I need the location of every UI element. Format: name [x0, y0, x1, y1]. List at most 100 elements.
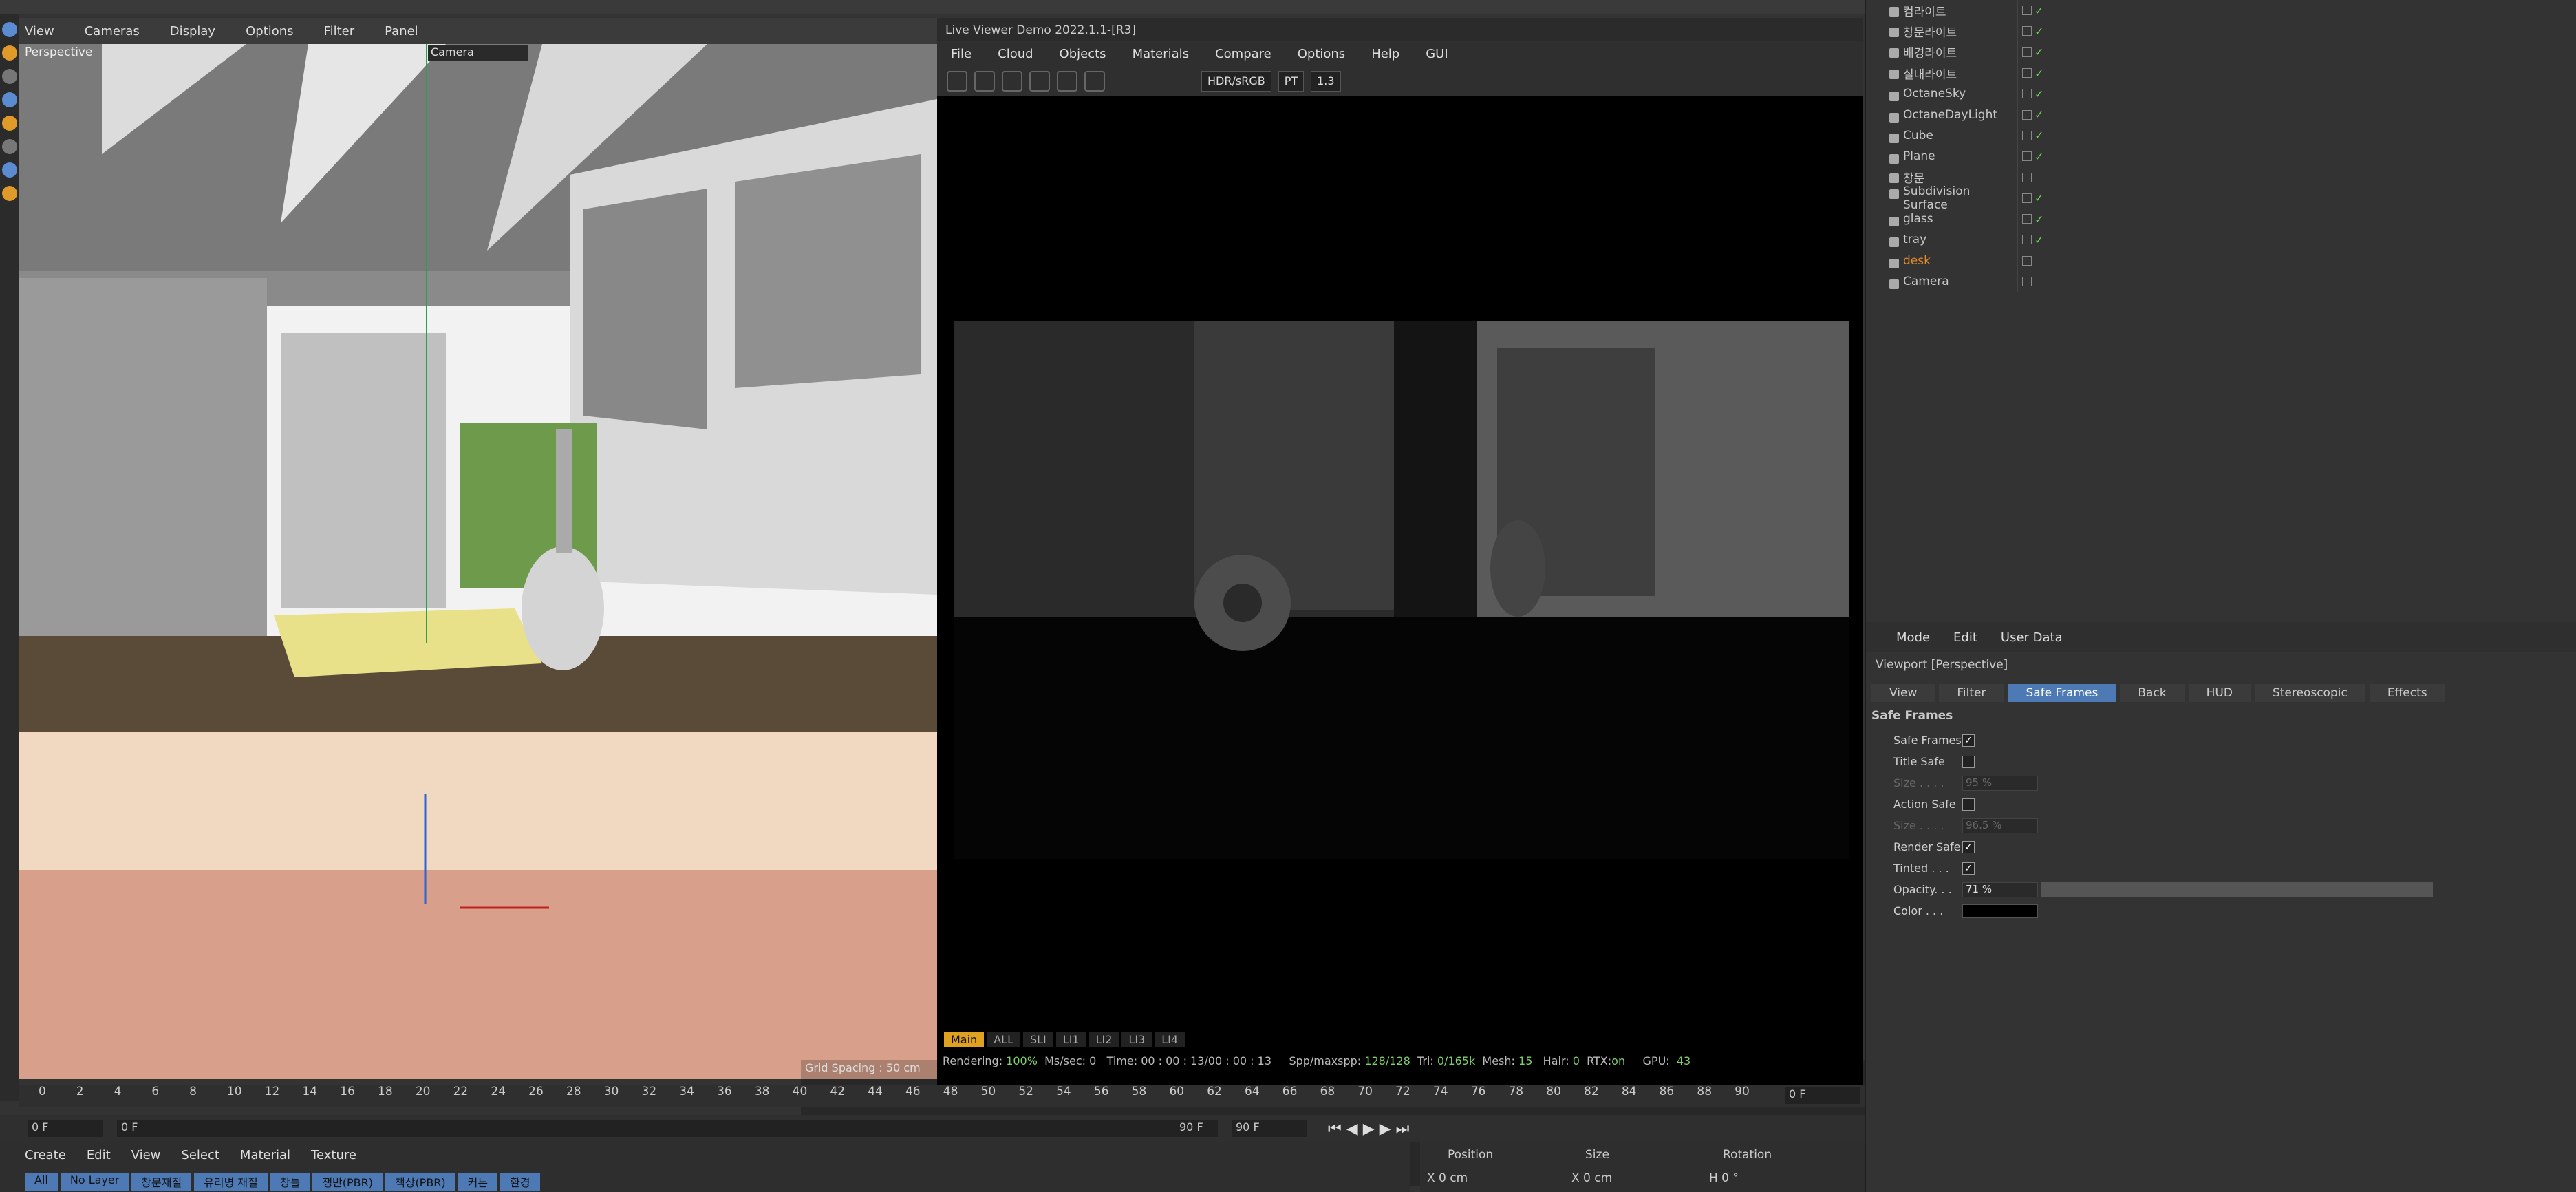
object-row[interactable]: 컴라이트 ✓: [1866, 0, 2576, 21]
pass-tab-li4[interactable]: LI4: [1155, 1032, 1185, 1047]
mat-tab[interactable]: 커튼: [458, 1173, 498, 1191]
lv-menu-gui[interactable]: GUI: [1426, 47, 1448, 61]
object-row[interactable]: Subdivision Surface ✓: [1866, 184, 2576, 212]
polygons-mode-icon[interactable]: [2, 186, 17, 201]
lv-menu-help[interactable]: Help: [1371, 47, 1399, 61]
position-x-field[interactable]: X 0 cm: [1427, 1171, 1468, 1185]
tab-safe-frames[interactable]: Safe Frames: [2008, 684, 2116, 702]
lock-icon[interactable]: [1084, 71, 1105, 92]
title-safe-size[interactable]: 95 %: [1962, 775, 2038, 791]
viewport-menu-filter[interactable]: Filter: [324, 24, 355, 39]
object-row[interactable]: 배경라이트 ✓: [1866, 41, 2576, 63]
tab-stereoscopic[interactable]: Stereoscopic: [2254, 684, 2365, 702]
pass-tab-all[interactable]: ALL: [987, 1032, 1020, 1047]
safe-frames-checkbox[interactable]: ✓: [1962, 734, 1975, 747]
viewport-menu-display[interactable]: Display: [170, 24, 215, 39]
mat-tab[interactable]: 쟁반(PBR): [312, 1173, 383, 1191]
mat-tab[interactable]: 창틀: [270, 1173, 310, 1191]
pass-tab-li2[interactable]: LI2: [1088, 1032, 1119, 1047]
size-x-field[interactable]: X 0 cm: [1571, 1171, 1612, 1185]
object-row[interactable]: tray ✓: [1866, 229, 2576, 251]
kernel-select[interactable]: PT: [1278, 71, 1305, 92]
live-viewer-toolbar: HDR/sRGB PT 1.3: [937, 66, 1863, 96]
object-row[interactable]: Camera: [1866, 270, 2576, 292]
viewport-menu-view[interactable]: View: [25, 24, 54, 39]
tab-effects[interactable]: Effects: [2369, 684, 2445, 702]
current-frame-field[interactable]: 0 F: [1785, 1087, 1860, 1104]
mat-menu-select[interactable]: Select: [181, 1148, 219, 1162]
edges-mode-icon[interactable]: [2, 162, 17, 178]
points-mode-icon[interactable]: [2, 139, 17, 154]
viewport-menu-options[interactable]: Options: [246, 24, 293, 39]
rotation-h-field[interactable]: H 0 °: [1709, 1171, 1739, 1185]
camera-selector[interactable]: Camera: [428, 45, 528, 61]
tab-filter[interactable]: Filter: [1939, 684, 2004, 702]
tab-view[interactable]: View: [1871, 684, 1935, 702]
lv-menu-materials[interactable]: Materials: [1133, 47, 1190, 61]
object-row[interactable]: 실내라이트 ✓: [1866, 62, 2576, 84]
color-swatch[interactable]: [1962, 904, 2038, 918]
live-select-icon[interactable]: [2, 116, 17, 131]
object-row[interactable]: Cube ✓: [1866, 125, 2576, 147]
attr-menu-edit[interactable]: Edit: [1953, 630, 1977, 645]
scene-render: [19, 44, 937, 1079]
object-row[interactable]: desk: [1866, 250, 2576, 271]
end-frame-field[interactable]: 90 F: [1232, 1120, 1307, 1137]
opacity-slider[interactable]: [2041, 882, 2433, 897]
mat-tab[interactable]: No Layer: [60, 1173, 129, 1191]
mat-tab[interactable]: 창문재질: [131, 1173, 192, 1191]
object-row[interactable]: OctaneDayLight ✓: [1866, 104, 2576, 125]
preview-range[interactable]: 0 F: [117, 1120, 1218, 1137]
pass-tab-main[interactable]: Main: [944, 1032, 985, 1047]
restart-icon[interactable]: [974, 71, 995, 92]
live-viewer-title: Live Viewer Demo 2022.1.1-[R3]: [937, 18, 1863, 41]
lv-menu-options[interactable]: Options: [1298, 47, 1345, 61]
pass-tab-li1[interactable]: LI1: [1055, 1032, 1086, 1047]
tab-hud[interactable]: HUD: [2188, 684, 2251, 702]
lv-menu-compare[interactable]: Compare: [1215, 47, 1271, 61]
mat-menu-texture[interactable]: Texture: [311, 1148, 356, 1162]
scale-tool-icon[interactable]: [2, 45, 17, 61]
object-row[interactable]: glass ✓: [1866, 208, 2576, 230]
move-tool-icon[interactable]: [2, 22, 17, 37]
start-frame-field[interactable]: 0 F: [28, 1120, 103, 1137]
pause-icon[interactable]: [1002, 71, 1022, 92]
lv-menu-objects[interactable]: Objects: [1060, 47, 1106, 61]
action-safe-size[interactable]: 96.5 %: [1962, 818, 2038, 833]
opacity-field[interactable]: 71 %: [1962, 882, 2038, 897]
object-row[interactable]: 창문라이트 ✓: [1866, 21, 2576, 42]
viewport-menu-cameras[interactable]: Cameras: [85, 24, 140, 39]
lv-menu-cloud[interactable]: Cloud: [998, 47, 1033, 61]
mat-tab[interactable]: All: [25, 1173, 58, 1191]
tab-back[interactable]: Back: [2120, 684, 2185, 702]
settings-icon[interactable]: [1057, 71, 1077, 92]
attr-menu-user-data[interactable]: User Data: [2001, 630, 2063, 645]
mat-tab[interactable]: 유리병 재질: [194, 1173, 268, 1191]
object-row[interactable]: OctaneSky ✓: [1866, 83, 2576, 105]
lv-menu-file[interactable]: File: [951, 47, 972, 61]
mat-tab[interactable]: 환경: [500, 1173, 540, 1191]
mat-menu-view[interactable]: View: [131, 1148, 161, 1162]
attr-menu-mode[interactable]: Mode: [1896, 630, 1930, 645]
mat-menu-edit[interactable]: Edit: [87, 1148, 111, 1162]
mat-tab[interactable]: 책상(PBR): [385, 1173, 455, 1191]
send-scene-icon[interactable]: [947, 71, 967, 92]
action-safe-checkbox[interactable]: [1962, 798, 1975, 811]
tinted-checkbox[interactable]: ✓: [1962, 862, 1975, 875]
rotate-tool-icon[interactable]: [2, 69, 17, 84]
object-row[interactable]: Plane ✓: [1866, 146, 2576, 167]
viewport-menu-panel[interactable]: Panel: [385, 24, 418, 39]
render-safe-checkbox[interactable]: ✓: [1962, 840, 1975, 853]
region-render-icon[interactable]: [1029, 71, 1050, 92]
color-mode-select[interactable]: HDR/sRGB: [1201, 71, 1271, 92]
value-field[interactable]: 1.3: [1311, 71, 1341, 92]
play-controls[interactable]: ⏮ ◀ ▶ ▶ ⏭: [1328, 1120, 1409, 1138]
pass-tab-li3[interactable]: LI3: [1121, 1032, 1152, 1047]
coordinates-panel: Position Size Rotation X 0 cm X 0 cm H 0…: [1420, 1142, 1865, 1192]
perspective-viewport[interactable]: [19, 44, 937, 1079]
select-tool-icon[interactable]: [2, 92, 17, 107]
mat-menu-material[interactable]: Material: [240, 1148, 290, 1162]
mat-menu-create[interactable]: Create: [25, 1148, 66, 1162]
title-safe-checkbox[interactable]: [1962, 755, 1975, 768]
pass-tab-sli[interactable]: SLI: [1022, 1032, 1053, 1047]
